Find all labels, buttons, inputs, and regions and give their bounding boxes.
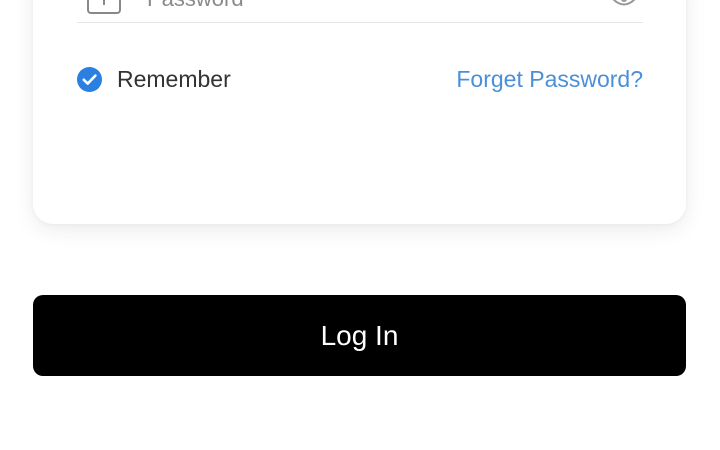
password-field-row: [77, 0, 643, 23]
password-input[interactable]: [147, 0, 567, 14]
remember-checkbox[interactable]: Remember: [77, 66, 231, 92]
checkmark-circle-icon[interactable]: [77, 66, 102, 92]
lock-icon: [87, 0, 121, 14]
login-screen: Remember Forget Password? Log In: [0, 0, 720, 450]
forget-password-link[interactable]: Forget Password?: [456, 66, 643, 92]
eye-icon[interactable]: [611, 0, 637, 10]
login-card: [33, 0, 686, 224]
login-button[interactable]: Log In: [33, 295, 686, 376]
remember-label: Remember: [117, 66, 231, 92]
